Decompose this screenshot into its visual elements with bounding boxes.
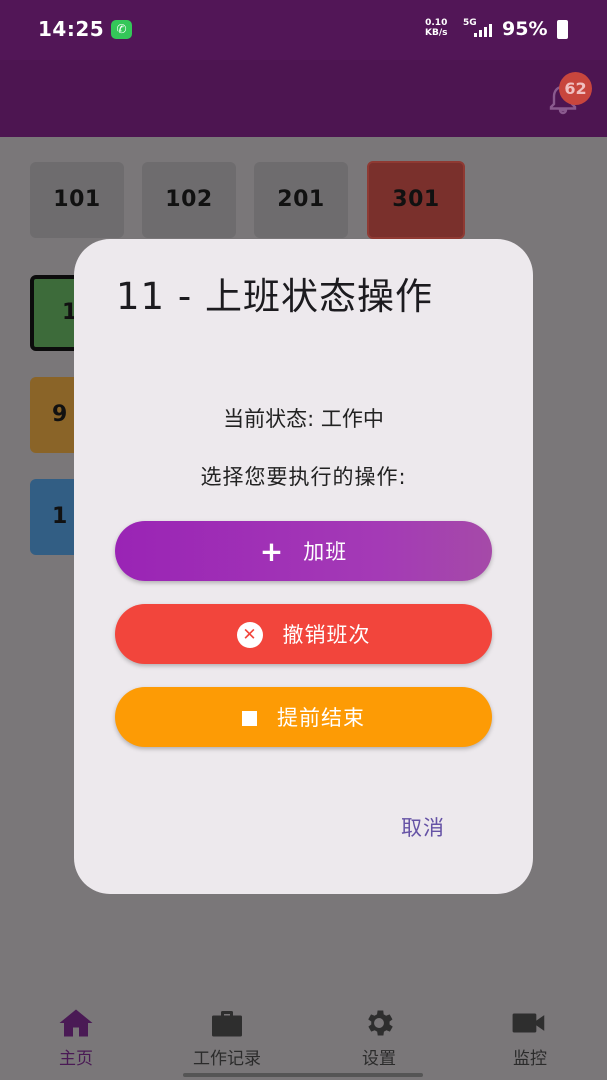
briefcase-icon [212, 1011, 242, 1037]
nav-label-monitor: 监控 [513, 1049, 547, 1069]
room-card[interactable]: 201 [254, 162, 348, 238]
dialog-cancel-button[interactable]: 取消 [401, 812, 445, 842]
gesture-home-bar[interactable] [183, 1073, 423, 1077]
nav-label-home: 主页 [59, 1049, 93, 1069]
videocam-icon [512, 1013, 545, 1033]
battery-icon [557, 20, 568, 39]
end-early-button[interactable]: 提前结束 [115, 687, 492, 747]
nav-item-monitor[interactable]: 监控 [470, 990, 590, 1069]
network-speed-unit: KB/s [425, 28, 448, 38]
status-time: 14:25 [38, 17, 105, 41]
signal-bars-icon [474, 23, 496, 37]
side-card-orange[interactable]: 9 [30, 377, 80, 453]
status-bar: 14:25 ✆ 0.10 KB/s 5G 95% [0, 0, 607, 60]
nav-item-settings[interactable]: 设置 [319, 990, 439, 1069]
room-card-occupied[interactable]: 301 [367, 161, 465, 239]
shift-status-dialog: 11 - 上班状态操作 当前状态: 工作中 选择您要执行的操作: + 加班 ✕ 撤销… [74, 239, 533, 894]
room-card[interactable]: 102 [142, 162, 236, 238]
stop-icon [242, 710, 257, 726]
overtime-button[interactable]: + 加班 [115, 521, 492, 581]
overtime-label: 加班 [303, 540, 348, 564]
nav-item-home[interactable]: 主页 [16, 990, 136, 1069]
end-early-label: 提前结束 [277, 706, 365, 730]
network-speed: 0.10 KB/s [425, 18, 447, 38]
network-speed-value: 0.10 [425, 18, 448, 28]
nav-item-work-records[interactable]: 工作记录 [167, 990, 287, 1069]
nav-label-settings: 设置 [362, 1049, 396, 1069]
cancel-circle-icon: ✕ [236, 622, 263, 648]
room-card[interactable]: 101 [30, 162, 124, 238]
side-card-green[interactable]: 1 [30, 275, 80, 351]
notification-badge: 62 [559, 72, 592, 105]
cancel-shift-label: 撤销班次 [282, 623, 371, 647]
nav-label-work-records: 工作记录 [193, 1049, 261, 1069]
current-status-text: 当前状态: 工作中 [223, 407, 384, 431]
cancel-shift-button[interactable]: ✕ 撤销班次 [115, 604, 492, 664]
side-card-blue[interactable]: 1 [30, 479, 80, 555]
bottom-nav: 主页 工作记录 设置 监控 [0, 990, 607, 1080]
battery-level: 95% [502, 18, 548, 40]
app-bar [0, 60, 607, 137]
plus-icon: + [259, 535, 284, 568]
wechat-notification-icon: ✆ [111, 20, 132, 39]
dialog-title: 11 - 上班状态操作 [116, 275, 433, 318]
gear-icon [368, 1010, 393, 1036]
action-prompt: 选择您要执行的操作: [200, 465, 407, 489]
home-icon [59, 1009, 93, 1037]
